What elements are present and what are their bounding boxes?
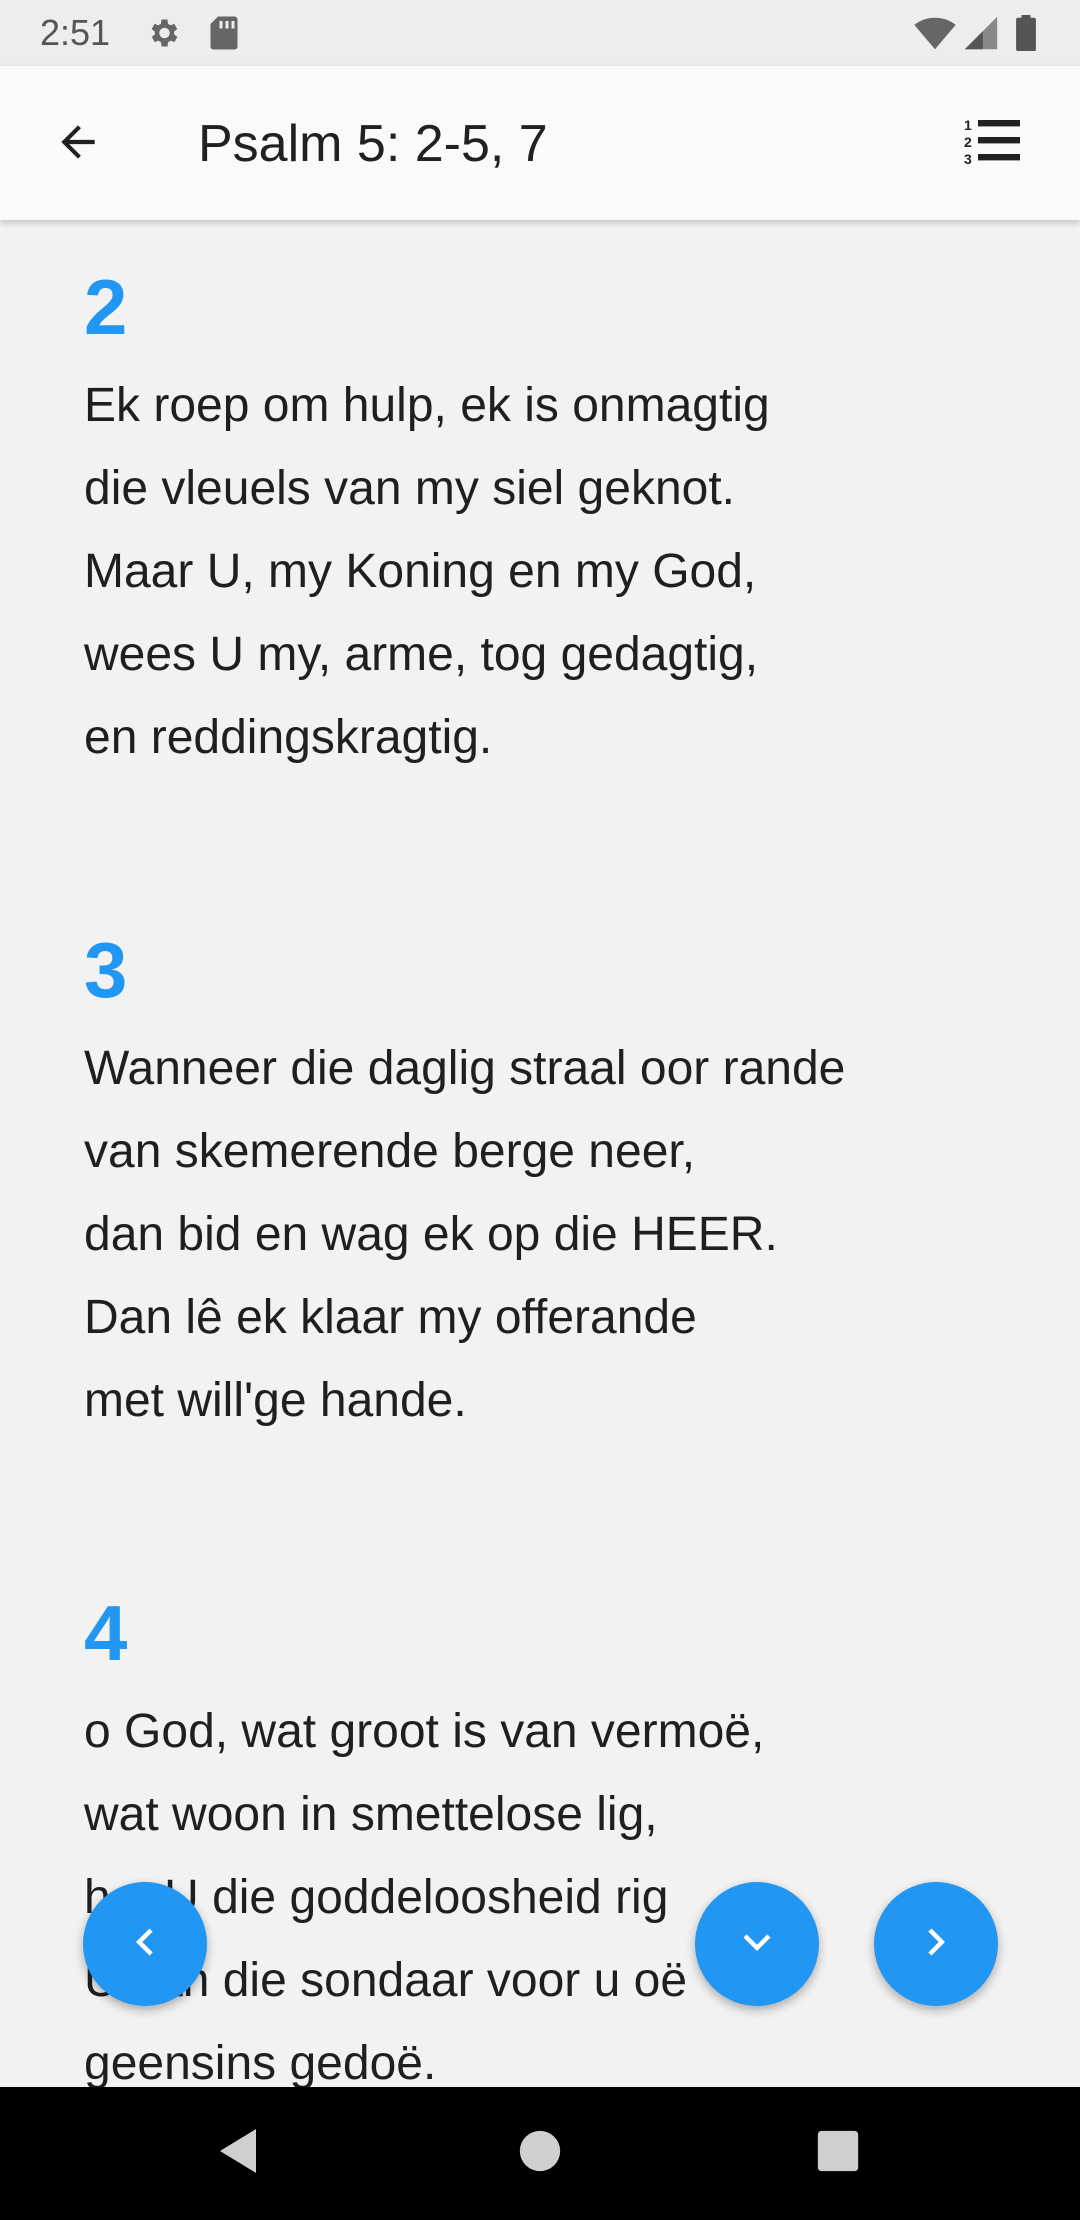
app-bar: Psalm 5: 2-5, 7 1 2 3 [0, 66, 1080, 220]
verse-block: 4 o God, wat groot is van vermoë, wat wo… [84, 1588, 1004, 2087]
scroll-down-button[interactable] [695, 1882, 819, 2006]
back-button[interactable] [30, 108, 126, 180]
screen: 2:51 Psalm 5: 2-5, 7 1 2 3 2 Ek roep om … [0, 0, 1080, 2220]
verse-line: Wanneer die daglig straal oor rande [84, 1042, 846, 1095]
verse-line: U kan die sondaar voor u oë [84, 1954, 688, 2007]
chevron-left-icon [118, 1915, 172, 1974]
verse-line: o God, wat groot is van vermoë, [84, 1705, 765, 1758]
verse-line: Maar U, my Koning en my God, [84, 545, 757, 598]
nav-home-icon [518, 2129, 562, 2178]
nav-home-button[interactable] [504, 2117, 576, 2189]
nav-recents-button[interactable] [802, 2117, 874, 2189]
nav-back-icon [215, 2125, 265, 2182]
chevron-down-icon [730, 1915, 784, 1974]
previous-psalm-button[interactable] [83, 1882, 207, 2006]
verse-list-button[interactable]: 1 2 3 [944, 108, 1040, 180]
verse-line: Dan lê ek klaar my offerande [84, 1291, 697, 1344]
next-psalm-button[interactable] [874, 1882, 998, 2006]
verse-line: het U die goddeloosheid rig [84, 1871, 669, 1924]
nav-back-button[interactable] [204, 2117, 276, 2189]
verse-line: en reddingskragtig. [84, 711, 493, 764]
verse-line: wat woon in smettelose lig, [84, 1788, 658, 1841]
verse-number: 3 [84, 926, 128, 1014]
status-time: 2:51 [40, 12, 111, 53]
settings-icon [145, 15, 181, 56]
verse-line: geensins gedoë. [84, 2037, 437, 2087]
signal-icon [962, 15, 1000, 56]
verse-block: 3 Wanneer die daglig straal oor rande va… [84, 925, 1004, 1442]
verse-number: 2 [84, 263, 128, 351]
verse-block: 2 Ek roep om hulp, ek is onmagtig die vl… [84, 262, 1004, 779]
verse-number: 4 [84, 1589, 128, 1677]
verse-line: dan bid en wag ek op die HEER. [84, 1208, 778, 1261]
psalm-content[interactable]: 2 Ek roep om hulp, ek is onmagtig die vl… [0, 220, 1080, 2087]
sd-card-icon [208, 15, 240, 56]
svg-text:3: 3 [964, 151, 972, 167]
verse-line: Ek roep om hulp, ek is onmagtig [84, 379, 770, 432]
chevron-right-icon [909, 1915, 963, 1974]
numbered-list-icon: 1 2 3 [962, 116, 1022, 173]
svg-text:1: 1 [964, 117, 972, 133]
verse-line: van skemerende berge neer, [84, 1125, 696, 1178]
wifi-icon [913, 15, 957, 56]
verse-line: die vleuels van my siel geknot. [84, 462, 735, 515]
nav-recents-icon [816, 2129, 860, 2178]
arrow-back-icon [53, 117, 103, 172]
verse-line: wees U my, arme, tog gedagtig, [84, 628, 759, 681]
status-bar: 2:51 [0, 0, 1080, 66]
verse-line: met will'ge hande. [84, 1374, 467, 1427]
system-nav-bar [0, 2087, 1080, 2220]
battery-icon [1015, 15, 1037, 56]
page-title: Psalm 5: 2-5, 7 [198, 115, 548, 173]
svg-text:2: 2 [964, 134, 972, 150]
